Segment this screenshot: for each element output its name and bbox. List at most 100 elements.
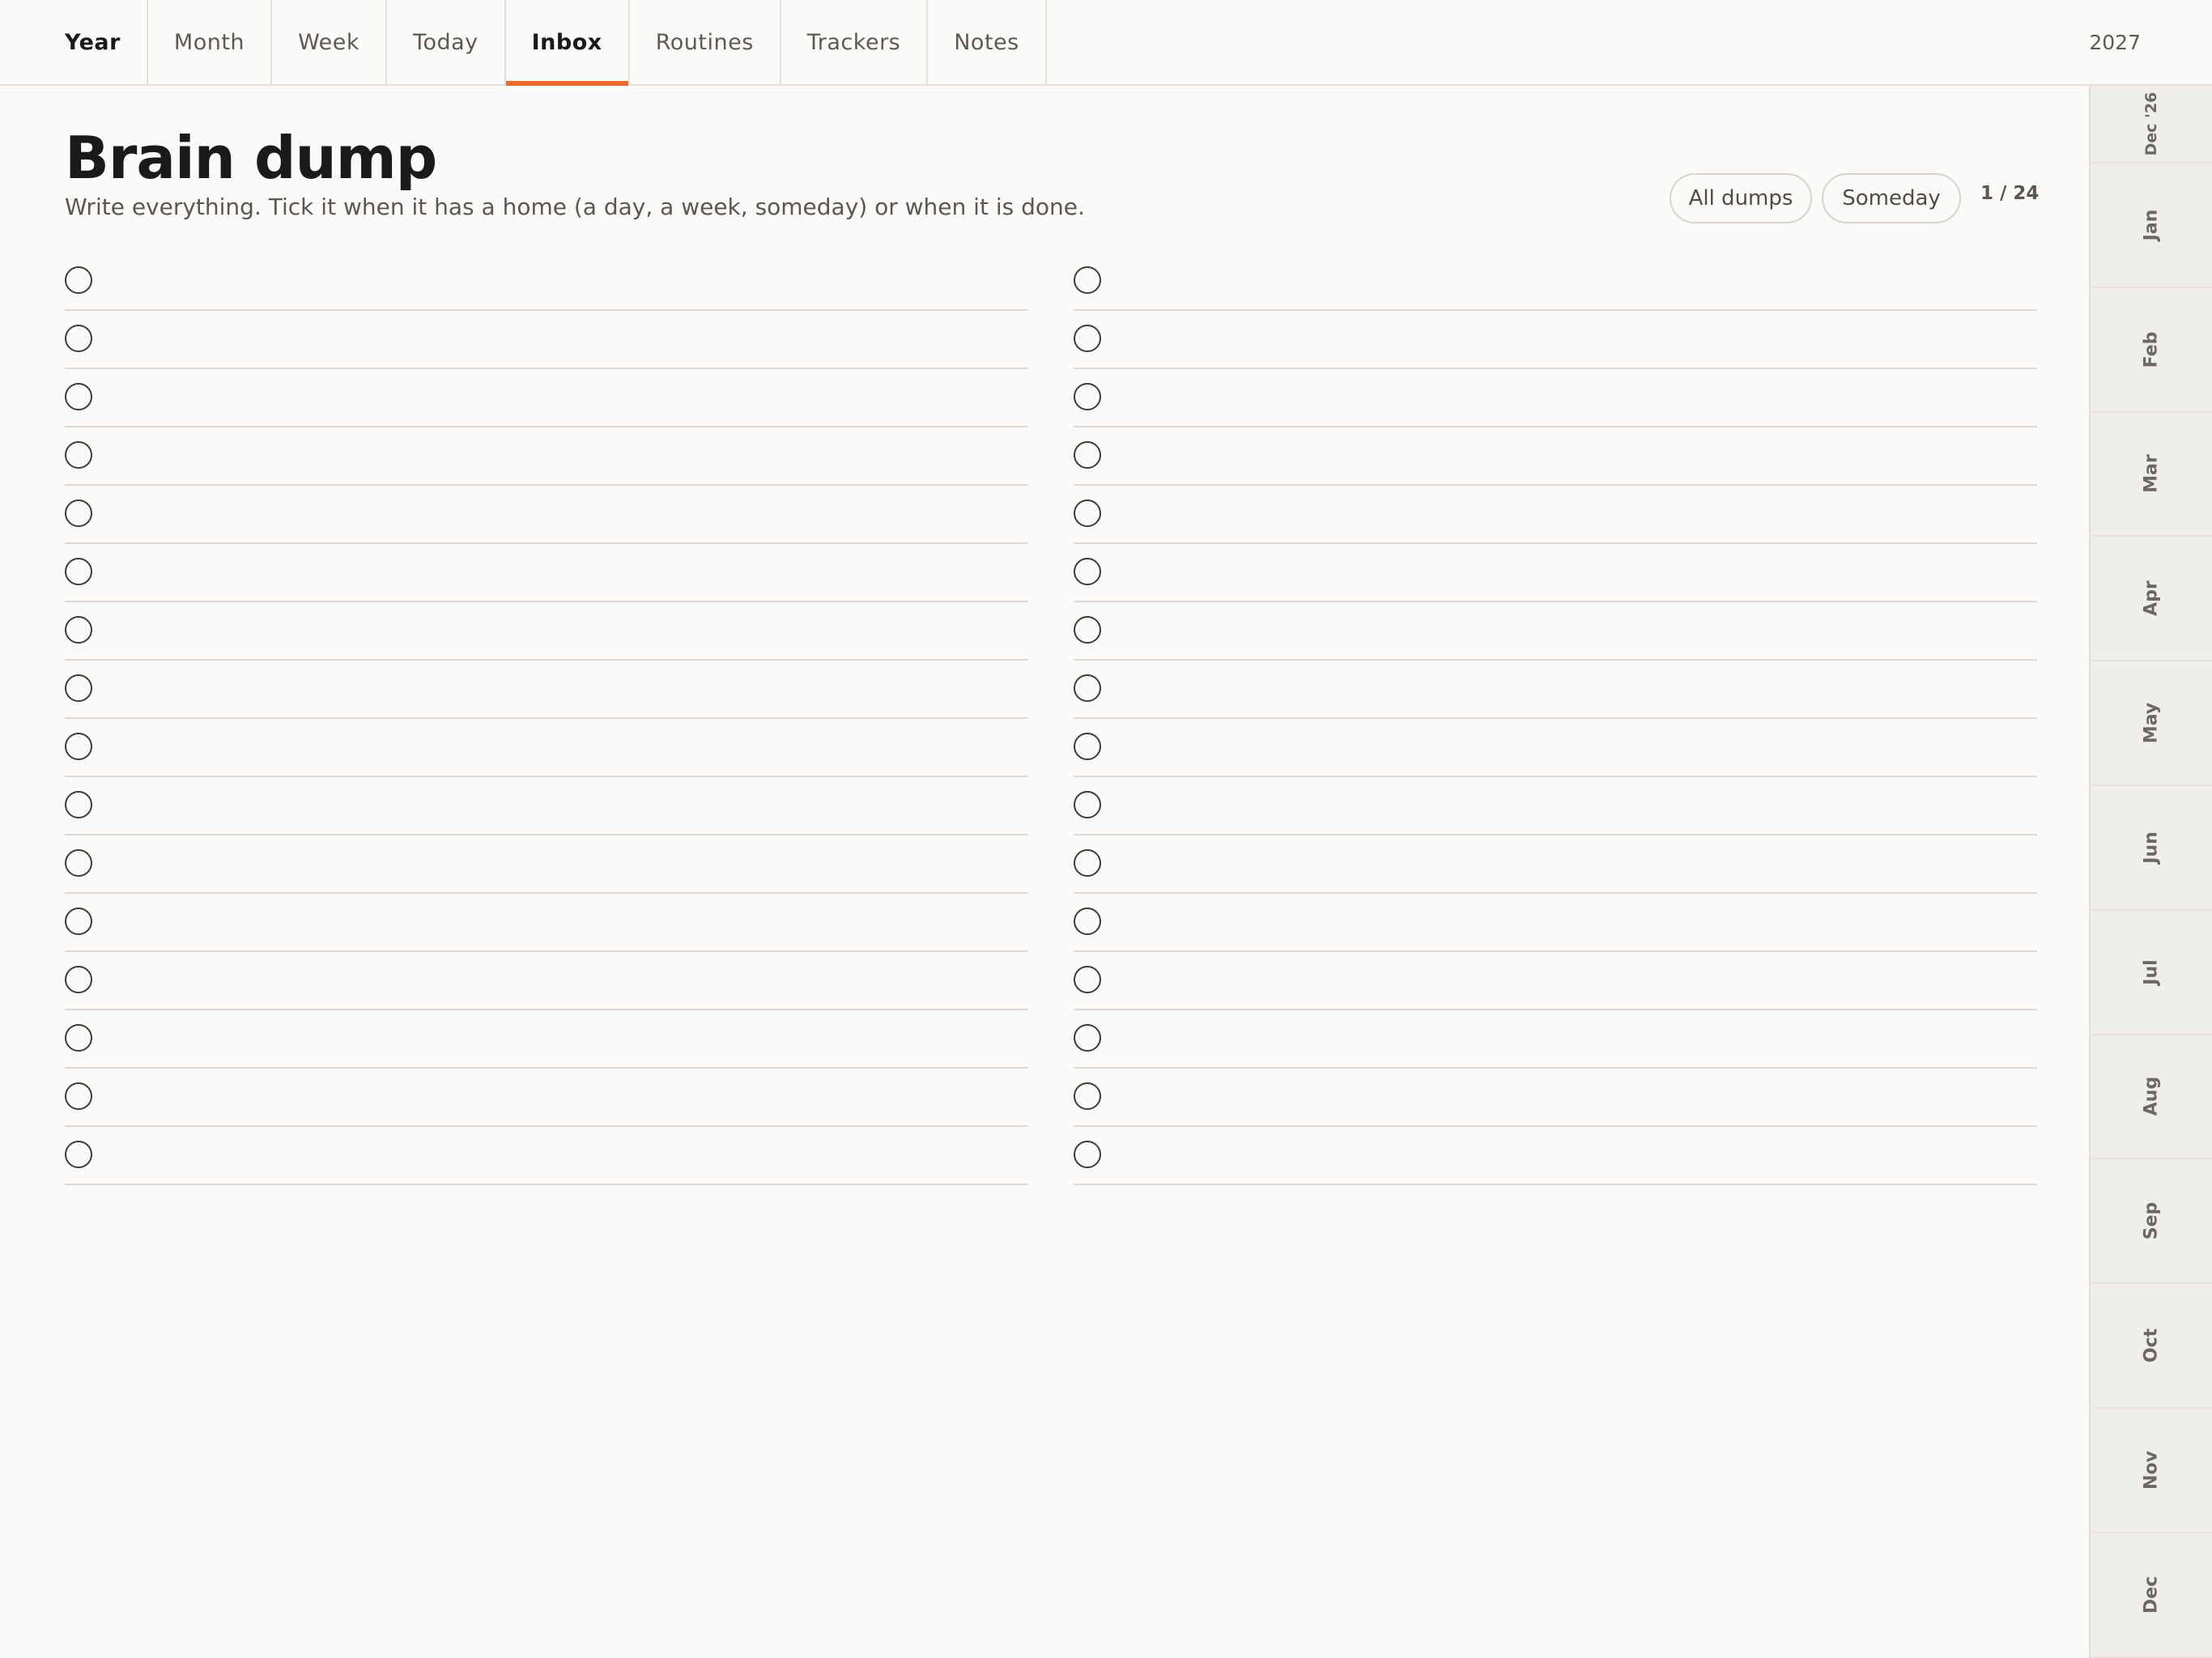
list-item[interactable] bbox=[65, 1069, 1028, 1127]
month-tab-label: Jul bbox=[2141, 959, 2162, 985]
checkbox-circle[interactable] bbox=[65, 383, 92, 410]
month-tab-label: Dec '26 bbox=[2142, 91, 2160, 156]
month-tab[interactable]: Nov bbox=[2091, 1409, 2212, 1533]
month-tab-label: Jun bbox=[2141, 831, 2162, 864]
checkbox-circle[interactable] bbox=[1074, 266, 1101, 294]
month-tab[interactable]: Aug bbox=[2091, 1035, 2212, 1160]
checkbox-circle[interactable] bbox=[65, 325, 92, 352]
checkbox-circle[interactable] bbox=[1074, 325, 1101, 352]
checkbox-circle[interactable] bbox=[1074, 1141, 1101, 1168]
list-item[interactable] bbox=[65, 952, 1028, 1010]
checkbox-circle[interactable] bbox=[65, 791, 92, 818]
checkbox-circle[interactable] bbox=[1074, 616, 1101, 644]
month-tab[interactable]: Apr bbox=[2091, 537, 2212, 662]
month-tab[interactable]: Feb bbox=[2091, 288, 2212, 413]
checkbox-circle[interactable] bbox=[65, 1141, 92, 1168]
page-indicator: 1 / 24 bbox=[1980, 183, 2040, 204]
checkbox-circle[interactable] bbox=[1074, 849, 1101, 877]
tab-routines[interactable]: Routines bbox=[630, 0, 781, 84]
month-tab[interactable]: Dec bbox=[2091, 1533, 2212, 1658]
month-tab[interactable]: Jul bbox=[2091, 911, 2212, 1035]
month-tab-label: Dec bbox=[2141, 1575, 2162, 1613]
list-item[interactable] bbox=[65, 894, 1028, 952]
tab-notes[interactable]: Notes bbox=[928, 0, 1047, 84]
checkbox-circle[interactable] bbox=[1074, 1024, 1101, 1052]
tab-today[interactable]: Today bbox=[387, 0, 506, 84]
tab-year[interactable]: Year bbox=[0, 0, 148, 84]
someday-button[interactable]: Someday bbox=[1822, 173, 1961, 223]
list-item[interactable] bbox=[1074, 952, 2037, 1010]
checkbox-circle[interactable] bbox=[65, 733, 92, 760]
list-item[interactable] bbox=[1074, 486, 2037, 544]
tab-month[interactable]: Month bbox=[148, 0, 273, 84]
list-item[interactable] bbox=[65, 602, 1028, 661]
list-item[interactable] bbox=[1074, 777, 2037, 835]
checkbox-circle[interactable] bbox=[1074, 500, 1101, 527]
checkbox-circle[interactable] bbox=[1074, 558, 1101, 585]
month-tab-label: Sep bbox=[2141, 1202, 2162, 1240]
tab-trackers[interactable]: Trackers bbox=[781, 0, 929, 84]
list-item[interactable] bbox=[65, 369, 1028, 427]
list-item[interactable] bbox=[65, 544, 1028, 602]
list-item[interactable] bbox=[65, 311, 1028, 369]
checkbox-circle[interactable] bbox=[1074, 674, 1101, 702]
month-tab[interactable]: Dec '26 bbox=[2091, 86, 2212, 164]
month-tab-label: Jan bbox=[2141, 209, 2162, 241]
all-dumps-button[interactable]: All dumps bbox=[1670, 173, 1812, 223]
checkbox-circle[interactable] bbox=[1074, 441, 1101, 469]
checkbox-circle[interactable] bbox=[65, 966, 92, 993]
list-item[interactable] bbox=[1074, 253, 2037, 311]
checkbox-circle[interactable] bbox=[65, 849, 92, 877]
checkbox-circle[interactable] bbox=[65, 1082, 92, 1110]
month-tab-label: Nov bbox=[2141, 1450, 2162, 1490]
checkbox-circle[interactable] bbox=[1074, 733, 1101, 760]
list-item[interactable] bbox=[1074, 427, 2037, 486]
checkbox-circle[interactable] bbox=[65, 616, 92, 644]
nav-tabs: Year Month Week Today Inbox Routines Tra… bbox=[0, 0, 1047, 86]
checkbox-circle[interactable] bbox=[1074, 791, 1101, 818]
list-item[interactable] bbox=[1074, 1010, 2037, 1069]
month-tab[interactable]: Mar bbox=[2091, 413, 2212, 538]
list-item[interactable] bbox=[65, 661, 1028, 719]
list-item[interactable] bbox=[65, 719, 1028, 777]
list-item[interactable] bbox=[65, 777, 1028, 835]
list-item[interactable] bbox=[1074, 311, 2037, 369]
month-tab[interactable]: Oct bbox=[2091, 1284, 2212, 1409]
list-item[interactable] bbox=[65, 427, 1028, 486]
checkbox-circle[interactable] bbox=[1074, 908, 1101, 935]
tab-inbox[interactable]: Inbox bbox=[505, 0, 630, 86]
list-item[interactable] bbox=[65, 1010, 1028, 1069]
top-navigation: Year Month Week Today Inbox Routines Tra… bbox=[0, 0, 2212, 86]
list-item[interactable] bbox=[1074, 835, 2037, 894]
checkbox-circle[interactable] bbox=[65, 266, 92, 294]
month-tab-label: Oct bbox=[2141, 1328, 2162, 1363]
list-item[interactable] bbox=[65, 1127, 1028, 1185]
list-item[interactable] bbox=[1074, 894, 2037, 952]
list-item[interactable] bbox=[65, 253, 1028, 311]
checkbox-circle[interactable] bbox=[65, 1024, 92, 1052]
list-item[interactable] bbox=[1074, 602, 2037, 661]
checkbox-circle[interactable] bbox=[1074, 383, 1101, 410]
list-item[interactable] bbox=[1074, 369, 2037, 427]
checkbox-circle[interactable] bbox=[65, 441, 92, 469]
list-item[interactable] bbox=[1074, 661, 2037, 719]
checkbox-circle[interactable] bbox=[65, 674, 92, 702]
year-label[interactable]: 2027 bbox=[2089, 0, 2141, 84]
list-item[interactable] bbox=[65, 486, 1028, 544]
checkbox-circle[interactable] bbox=[65, 558, 92, 585]
checkbox-circle[interactable] bbox=[1074, 966, 1101, 993]
checkbox-circle[interactable] bbox=[65, 500, 92, 527]
list-item[interactable] bbox=[1074, 1127, 2037, 1185]
list-item[interactable] bbox=[1074, 544, 2037, 602]
month-tab[interactable]: Jun bbox=[2091, 786, 2212, 911]
month-tab[interactable]: May bbox=[2091, 661, 2212, 786]
month-tab-label: Mar bbox=[2141, 454, 2162, 494]
list-item[interactable] bbox=[65, 835, 1028, 894]
month-tab[interactable]: Jan bbox=[2091, 164, 2212, 288]
list-item[interactable] bbox=[1074, 1069, 2037, 1127]
checkbox-circle[interactable] bbox=[1074, 1082, 1101, 1110]
checkbox-circle[interactable] bbox=[65, 908, 92, 935]
tab-week[interactable]: Week bbox=[272, 0, 388, 84]
month-tab[interactable]: Sep bbox=[2091, 1159, 2212, 1285]
list-item[interactable] bbox=[1074, 719, 2037, 777]
